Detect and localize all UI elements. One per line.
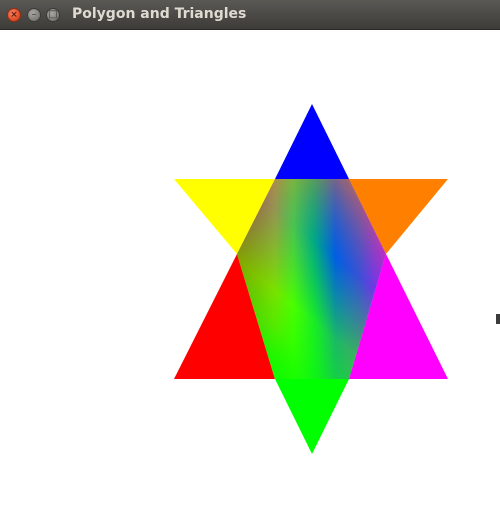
- maximize-icon: □: [48, 9, 58, 20]
- window-title: Polygon and Triangles: [72, 6, 247, 22]
- app-window: × – □ Polygon and Triangles: [0, 0, 500, 527]
- close-button[interactable]: ×: [7, 8, 21, 22]
- title-bar[interactable]: × – □ Polygon and Triangles: [0, 0, 500, 30]
- minimize-icon: –: [31, 9, 37, 20]
- triangle-down-green-tip: [275, 379, 349, 454]
- polygon-triangles-drawing: [174, 104, 448, 454]
- drawing-canvas: [0, 30, 500, 527]
- minimize-button[interactable]: –: [27, 8, 41, 22]
- triangle-up-blue-tip: [275, 104, 349, 179]
- close-icon: ×: [10, 9, 18, 20]
- window-edge-handle[interactable]: [496, 314, 500, 324]
- maximize-button[interactable]: □: [46, 8, 60, 22]
